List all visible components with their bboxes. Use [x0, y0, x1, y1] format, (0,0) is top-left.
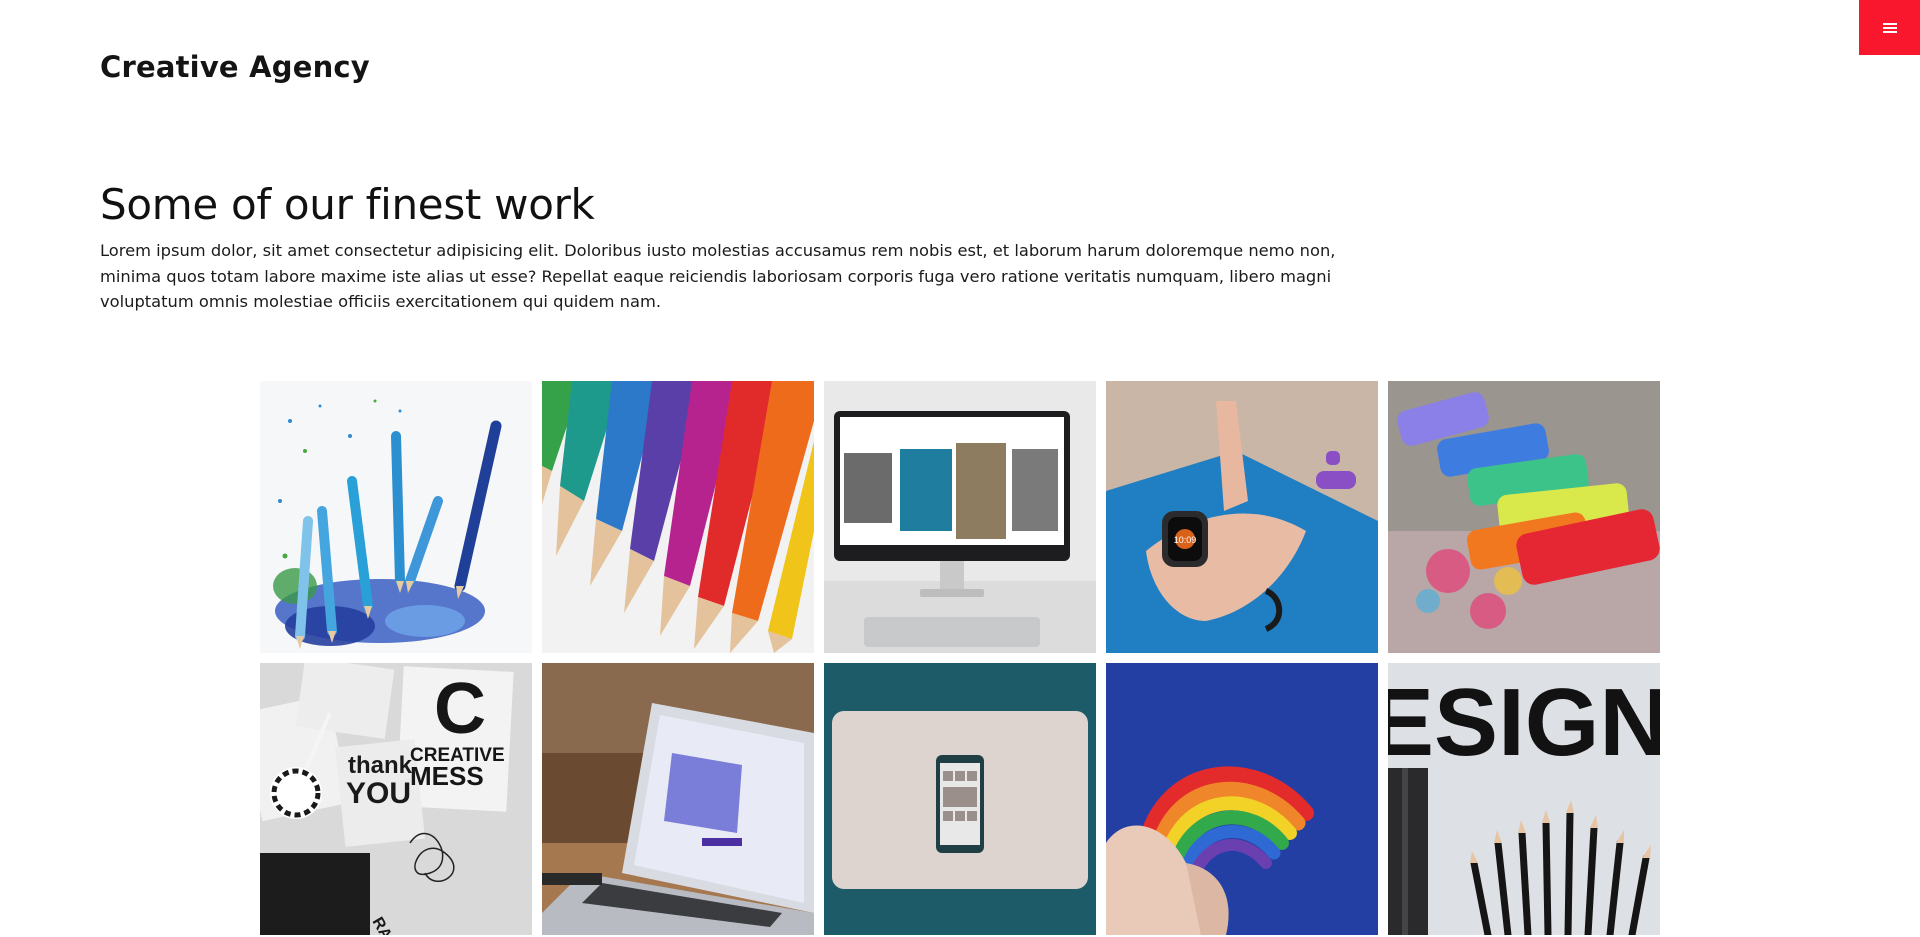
tile-text-big-c: C: [434, 669, 486, 749]
menu-toggle-button[interactable]: [1859, 0, 1920, 55]
creative-mess-image: C CREATIVE MESS thank YOU RAZNIA: [260, 663, 532, 935]
section-description: Lorem ipsum dolor, sit amet consectetur …: [100, 241, 1336, 311]
gallery-item-blue-pencils[interactable]: [260, 381, 532, 653]
tile-text-thank: thank: [348, 752, 413, 779]
laptop-phone-image: [824, 663, 1096, 935]
section-title: Some of our finest work: [100, 180, 595, 229]
tile-text-you: YOU: [346, 777, 411, 810]
gallery-item-colored-pencils[interactable]: [542, 381, 814, 653]
laptop-desk-image: [542, 663, 814, 935]
gallery-item-creative-mess[interactable]: C CREATIVE MESS thank YOU RAZNIA: [260, 663, 532, 935]
blue-pencils-image: [260, 381, 532, 653]
gallery-item-chalk-pastels[interactable]: [1388, 381, 1660, 653]
tile-text-design: ESIGN: [1388, 669, 1660, 776]
gallery-item-rainbow-clay[interactable]: [1106, 663, 1378, 935]
gallery-item-desktop-monitor[interactable]: [824, 381, 1096, 653]
chalk-pastels-image: [1388, 381, 1660, 653]
desktop-monitor-image: [824, 381, 1096, 653]
hamburger-menu-icon: [1882, 22, 1897, 34]
portfolio-gallery: 10:09 C CREATIVE MESS thank YOU ESIGN: [260, 381, 1660, 935]
colored-pencils-image: [542, 381, 814, 653]
gallery-item-design-pencils[interactable]: ESIGN: [1388, 663, 1660, 935]
gallery-item-laptop-desk[interactable]: [542, 663, 814, 935]
watch-face-time: 10:09: [1174, 535, 1197, 545]
gallery-item-laptop-phone[interactable]: [824, 663, 1096, 935]
rainbow-clay-image: [1106, 663, 1378, 935]
tile-text-mess: MESS: [410, 761, 484, 791]
brand-logo[interactable]: Creative Agency: [100, 50, 370, 84]
smartwatch-image: 10:09: [1106, 381, 1378, 653]
design-pencils-image: ESIGN: [1388, 663, 1660, 935]
gallery-item-smartwatch[interactable]: 10:09: [1106, 381, 1378, 653]
